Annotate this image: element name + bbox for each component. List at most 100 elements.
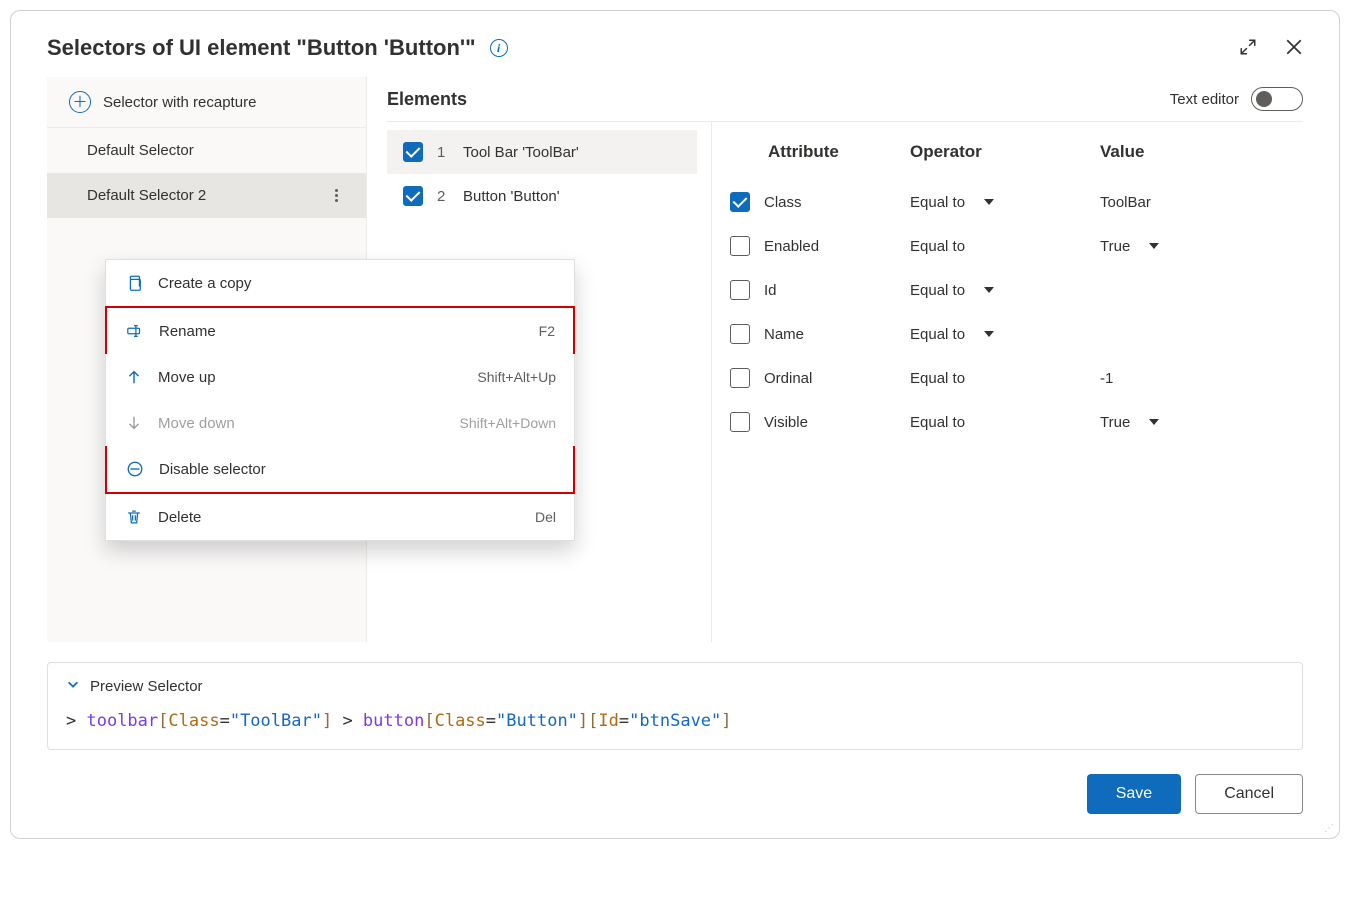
attribute-row: Ordinal Equal to -1 <box>730 356 1303 400</box>
value-cell[interactable]: True <box>1100 238 1303 255</box>
menu-rename[interactable]: Rename F2 <box>107 308 573 354</box>
attribute-checkbox[interactable] <box>730 236 750 256</box>
arrow-up-icon <box>124 368 144 386</box>
operator-value: Equal to <box>910 326 965 343</box>
operator-value: Equal to <box>910 194 965 211</box>
attribute-name: Visible <box>764 414 808 431</box>
more-options-icon[interactable] <box>335 189 344 202</box>
dialog-footer: Save Cancel <box>11 750 1339 820</box>
save-button[interactable]: Save <box>1087 774 1181 814</box>
resize-grip-icon[interactable]: ⋰ <box>1324 823 1333 834</box>
arrow-down-icon <box>124 414 144 432</box>
value-cell[interactable]: ToolBar <box>1100 194 1303 211</box>
operator-dropdown[interactable]: Equal to <box>910 414 1100 431</box>
text-editor-label: Text editor <box>1170 91 1239 108</box>
new-selector-label: Selector with recapture <box>103 94 256 111</box>
chevron-down-icon <box>1142 419 1162 425</box>
operator-value: Equal to <box>910 414 965 431</box>
trash-icon <box>124 508 144 526</box>
attribute-name: Id <box>764 282 777 299</box>
element-index: 2 <box>437 188 449 205</box>
text-editor-toggle[interactable] <box>1251 87 1303 111</box>
menu-shortcut: Shift+Alt+Up <box>477 369 556 385</box>
element-checkbox[interactable] <box>403 186 423 206</box>
chevron-down-icon <box>977 287 997 293</box>
copy-icon <box>124 274 144 292</box>
dialog-title: Selectors of UI element "Button 'Button'… <box>47 35 476 61</box>
cancel-button[interactable]: Cancel <box>1195 774 1303 814</box>
attributes-panel: Attribute Operator Value Class Equal to … <box>711 122 1303 642</box>
menu-label: Create a copy <box>158 275 251 292</box>
elements-heading: Elements <box>387 89 467 110</box>
operator-dropdown[interactable]: Equal to <box>910 238 1100 255</box>
disable-icon <box>125 460 145 478</box>
col-operator: Operator <box>910 142 1100 162</box>
attribute-name: Enabled <box>764 238 819 255</box>
menu-move-down: Move down Shift+Alt+Down <box>106 400 574 446</box>
menu-disable-selector[interactable]: Disable selector <box>107 446 573 492</box>
sidebar-selector-item[interactable]: Default Selector <box>47 128 366 173</box>
sidebar-selector-label: Default Selector <box>87 142 194 159</box>
chevron-down-icon <box>977 199 997 205</box>
attribute-checkbox[interactable] <box>730 412 750 432</box>
col-value: Value <box>1100 142 1303 162</box>
menu-label: Move up <box>158 369 216 386</box>
element-index: 1 <box>437 144 449 161</box>
close-icon[interactable] <box>1285 38 1303 59</box>
operator-value: Equal to <box>910 282 965 299</box>
attribute-checkbox[interactable] <box>730 324 750 344</box>
chevron-down-icon[interactable] <box>66 677 80 695</box>
element-label: Tool Bar 'ToolBar' <box>463 144 579 161</box>
menu-label: Rename <box>159 323 216 340</box>
menu-shortcut: Del <box>535 509 556 525</box>
value-cell[interactable]: -1 <box>1100 370 1303 387</box>
selector-path-preview: > toolbar[Class="ToolBar"] > button[Clas… <box>66 711 1284 731</box>
attribute-checkbox[interactable] <box>730 368 750 388</box>
menu-shortcut: Shift+Alt+Down <box>460 415 557 431</box>
menu-move-up[interactable]: Move up Shift+Alt+Up <box>106 354 574 400</box>
attribute-value: ToolBar <box>1100 194 1151 211</box>
attribute-checkbox[interactable] <box>730 192 750 212</box>
menu-shortcut: F2 <box>539 323 555 339</box>
operator-value: Equal to <box>910 238 965 255</box>
operator-value: Equal to <box>910 370 965 387</box>
attribute-value: True <box>1100 414 1130 431</box>
attribute-name: Ordinal <box>764 370 812 387</box>
attribute-row: Name Equal to <box>730 312 1303 356</box>
chevron-down-icon <box>977 331 997 337</box>
element-label: Button 'Button' <box>463 188 560 205</box>
rename-icon <box>125 322 145 340</box>
attribute-name: Name <box>764 326 804 343</box>
selector-builder-window: Selectors of UI element "Button 'Button'… <box>10 10 1340 839</box>
attribute-name: Class <box>764 194 802 211</box>
menu-label: Move down <box>158 415 235 432</box>
sidebar-selector-item[interactable]: Default Selector 2 <box>47 173 366 218</box>
info-icon[interactable]: i <box>490 39 508 57</box>
element-checkbox[interactable] <box>403 142 423 162</box>
new-selector-recapture-button[interactable]: ＋ Selector with recapture <box>47 77 366 128</box>
operator-dropdown[interactable]: Equal to <box>910 326 1100 343</box>
element-row[interactable]: 2 Button 'Button' <box>387 174 697 218</box>
sidebar-selector-label: Default Selector 2 <box>87 187 206 204</box>
preview-selector-panel: Preview Selector > toolbar[Class="ToolBa… <box>47 662 1303 750</box>
titlebar: Selectors of UI element "Button 'Button'… <box>11 11 1339 77</box>
selector-context-menu: Create a copy Rename F2 Move up Shift+Al… <box>105 259 575 541</box>
attribute-row: Class Equal to ToolBar <box>730 180 1303 224</box>
menu-label: Disable selector <box>159 461 266 478</box>
operator-dropdown[interactable]: Equal to <box>910 370 1100 387</box>
expand-icon[interactable] <box>1239 38 1257 59</box>
attribute-row: Id Equal to <box>730 268 1303 312</box>
attribute-row: Visible Equal to True <box>730 400 1303 444</box>
chevron-down-icon <box>1142 243 1162 249</box>
menu-create-copy[interactable]: Create a copy <box>106 260 574 306</box>
attribute-checkbox[interactable] <box>730 280 750 300</box>
attribute-value: True <box>1100 238 1130 255</box>
plus-circle-icon: ＋ <box>69 91 91 113</box>
preview-heading: Preview Selector <box>90 678 203 695</box>
col-attribute: Attribute <box>730 142 910 162</box>
value-cell[interactable]: True <box>1100 414 1303 431</box>
menu-delete[interactable]: Delete Del <box>106 494 574 540</box>
operator-dropdown[interactable]: Equal to <box>910 282 1100 299</box>
operator-dropdown[interactable]: Equal to <box>910 194 1100 211</box>
element-row[interactable]: 1 Tool Bar 'ToolBar' <box>387 130 697 174</box>
